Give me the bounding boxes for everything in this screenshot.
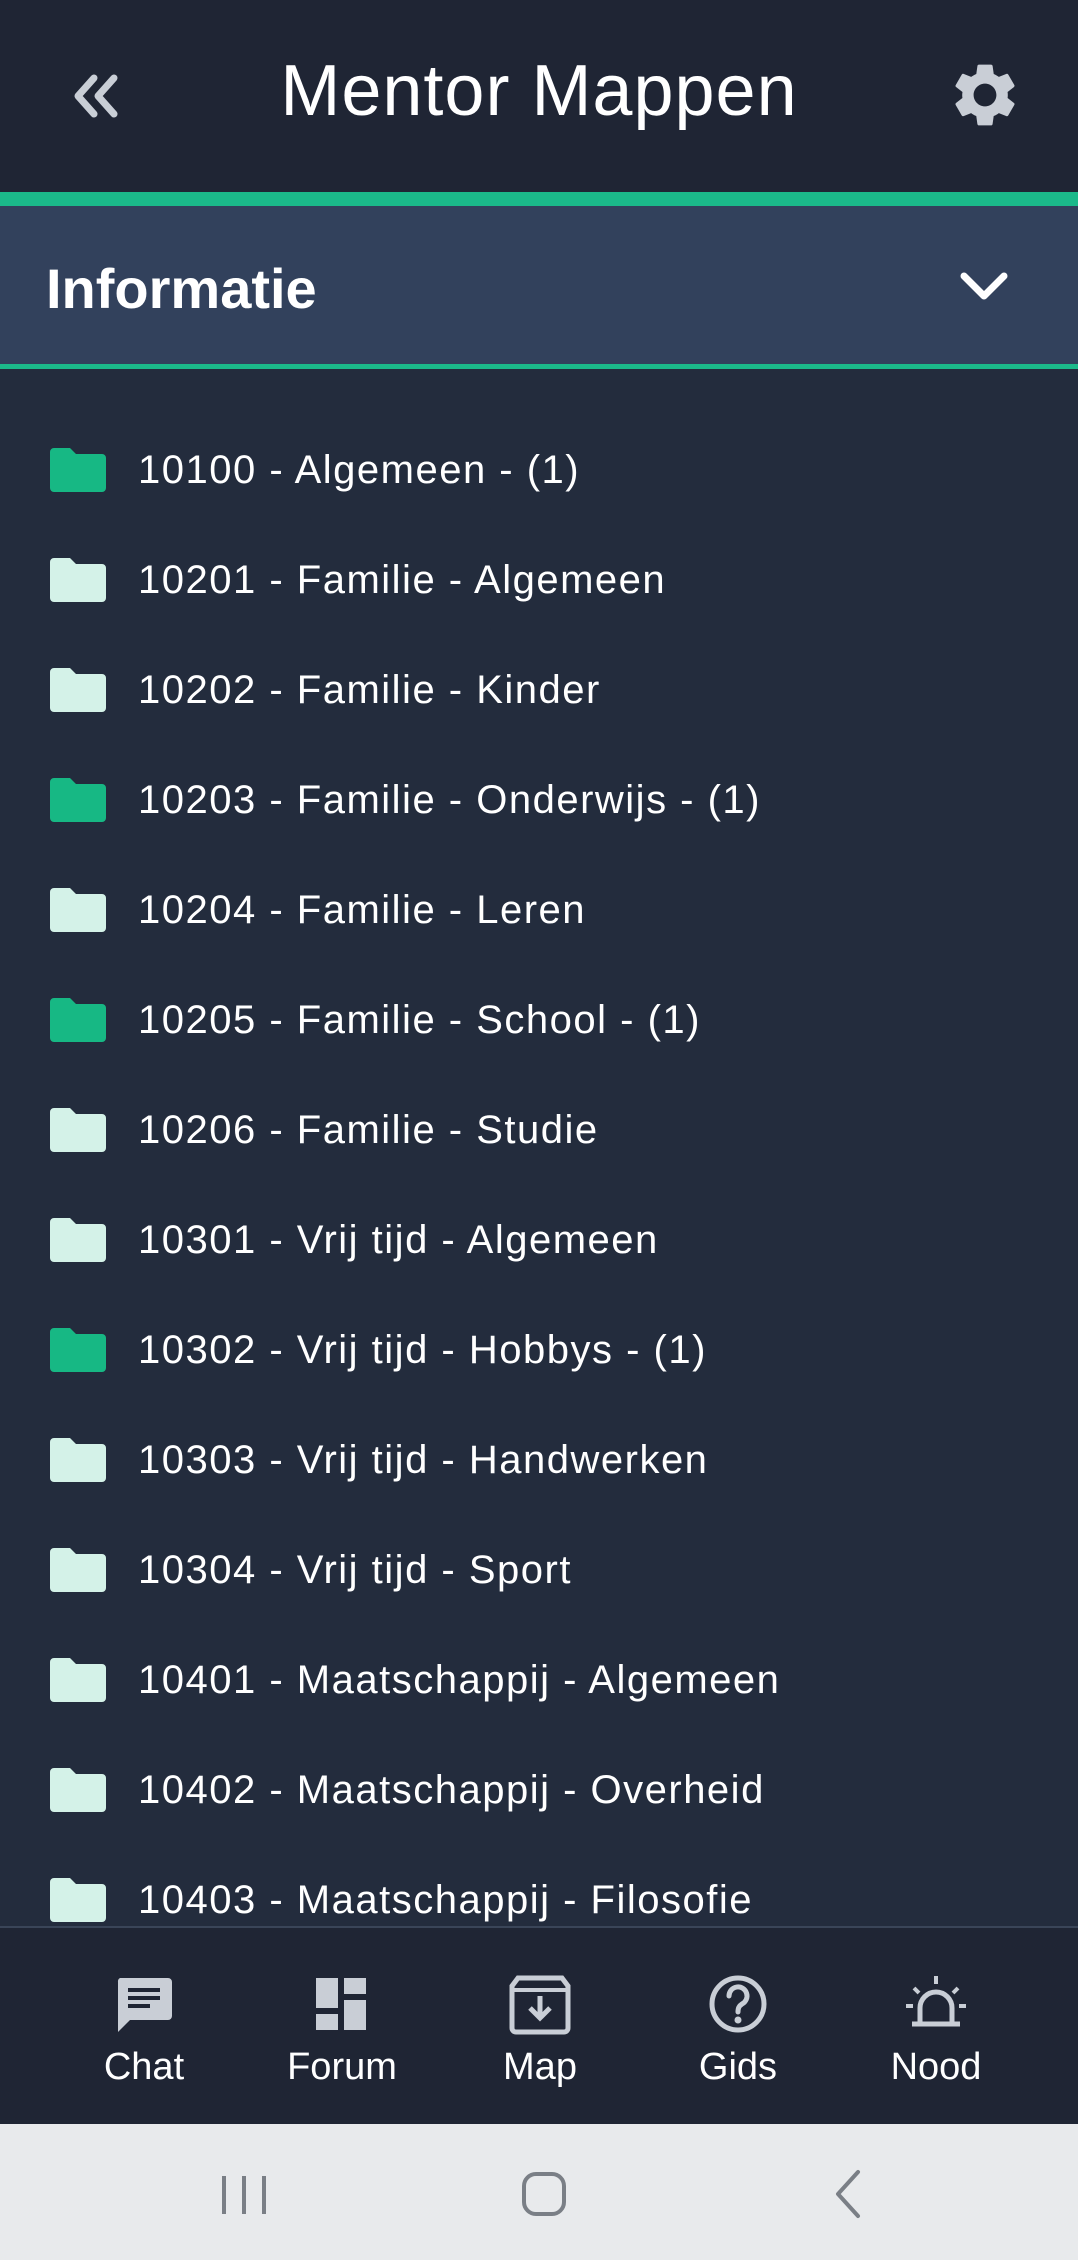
folder-label: 10100 - Algemeen - (1): [138, 447, 581, 492]
settings-button[interactable]: [944, 54, 1026, 136]
folder-label: 10303 - Vrij tijd - Handwerken: [138, 1437, 709, 1482]
folder-icon: [50, 558, 106, 602]
folder-label: 10205 - Familie - School - (1): [138, 997, 701, 1042]
nav-item-map[interactable]: Map: [460, 1928, 620, 2126]
section-title: Informatie: [46, 257, 317, 320]
recent-apps-icon: [222, 2176, 266, 2214]
folder-icon: [50, 668, 106, 712]
archive-download-icon: [509, 1975, 571, 2035]
nav-item-forum[interactable]: Forum: [262, 1928, 422, 2126]
folder-icon: [50, 1438, 106, 1482]
gear-icon: [955, 64, 1015, 126]
recent-apps-button[interactable]: [214, 2164, 274, 2224]
chat-icon: [117, 1978, 172, 2032]
folder-icon: [50, 1878, 106, 1922]
folder-label: 10401 - Maatschappij - Algemeen: [138, 1657, 781, 1702]
folder-label: 10403 - Maatschappij - Filosofie: [138, 1877, 753, 1922]
folder-item[interactable]: 10302 - Vrij tijd - Hobbys - (1): [0, 1295, 1078, 1405]
nav-label: Nood: [890, 2046, 982, 2088]
folder-label: 10204 - Familie - Leren: [138, 887, 587, 932]
nav-label: Map: [503, 2046, 577, 2088]
nav-item-chat[interactable]: Chat: [64, 1928, 224, 2126]
folder-icon: [50, 1218, 106, 1262]
nav-item-gids[interactable]: Gids: [658, 1928, 818, 2126]
folder-label: 10203 - Familie - Onderwijs - (1): [138, 777, 761, 822]
folder-item[interactable]: 10201 - Familie - Algemeen: [0, 525, 1078, 635]
folder-label: 10302 - Vrij tijd - Hobbys - (1): [138, 1327, 707, 1372]
nav-label: Gids: [698, 2046, 778, 2088]
folder-icon: [50, 1108, 106, 1152]
top-bar: Mentor Mappen: [0, 0, 1078, 192]
folder-icon: [50, 1658, 106, 1702]
help-circle-icon: [709, 1975, 767, 2033]
folder-label: 10301 - Vrij tijd - Algemeen: [138, 1217, 659, 1262]
back-icon: [836, 2170, 860, 2218]
page-title: Mentor Mappen: [280, 51, 798, 131]
folder-label: 10202 - Familie - Kinder: [138, 667, 601, 712]
section-dropdown[interactable]: Informatie: [0, 206, 1078, 364]
folder-item[interactable]: 10301 - Vrij tijd - Algemeen: [0, 1185, 1078, 1295]
folder-item[interactable]: 10401 - Maatschappij - Algemeen: [0, 1625, 1078, 1735]
folder-item[interactable]: 10303 - Vrij tijd - Handwerken: [0, 1405, 1078, 1515]
bottom-navigation: Chat Forum Map Gids Nood: [0, 1926, 1078, 2124]
folder-item[interactable]: 10206 - Familie - Studie: [0, 1075, 1078, 1185]
home-icon: [522, 2172, 566, 2216]
folder-item[interactable]: 10304 - Vrij tijd - Sport: [0, 1515, 1078, 1625]
folder-icon: [50, 1328, 106, 1372]
accent-divider: [0, 192, 1078, 206]
folder-label: 10304 - Vrij tijd - Sport: [138, 1547, 572, 1592]
folder-item[interactable]: 10100 - Algemeen - (1): [0, 415, 1078, 525]
nav-item-nood[interactable]: Nood: [856, 1928, 1016, 2126]
folder-icon: [50, 1548, 106, 1592]
folder-item[interactable]: 10202 - Familie - Kinder: [0, 635, 1078, 745]
folder-list[interactable]: 10100 - Algemeen - (1) 10201 - Familie - …: [0, 368, 1078, 1926]
folder-icon: [50, 998, 106, 1042]
system-back-button[interactable]: [820, 2164, 880, 2224]
home-button[interactable]: [514, 2164, 574, 2224]
nav-label: Chat: [103, 2046, 185, 2088]
folder-label: 10206 - Familie - Studie: [138, 1107, 599, 1152]
nav-label: Forum: [287, 2046, 397, 2088]
folder-item[interactable]: 10205 - Familie - School - (1): [0, 965, 1078, 1075]
folder-icon: [50, 1768, 106, 1812]
folder-item[interactable]: 10402 - Maatschappij - Overheid: [0, 1735, 1078, 1845]
folder-icon: [50, 888, 106, 932]
dashboard-icon: [316, 1978, 366, 2030]
chevron-down-icon: [960, 272, 1008, 300]
folder-icon: [50, 778, 106, 822]
system-navigation-bar: [0, 2124, 1078, 2260]
folder-label: 10402 - Maatschappij - Overheid: [138, 1767, 765, 1812]
alarm-siren-icon: [906, 1976, 966, 2027]
folder-item[interactable]: 10204 - Familie - Leren: [0, 855, 1078, 965]
folder-item[interactable]: 10203 - Familie - Onderwijs - (1): [0, 745, 1078, 855]
app: Mentor Mappen Informatie 10100 - Algemee…: [0, 0, 1078, 2260]
folder-icon: [50, 448, 106, 492]
folder-label: 10201 - Familie - Algemeen: [138, 557, 667, 602]
folder-item[interactable]: 10403 - Maatschappij - Filosofie: [0, 1845, 1078, 1926]
